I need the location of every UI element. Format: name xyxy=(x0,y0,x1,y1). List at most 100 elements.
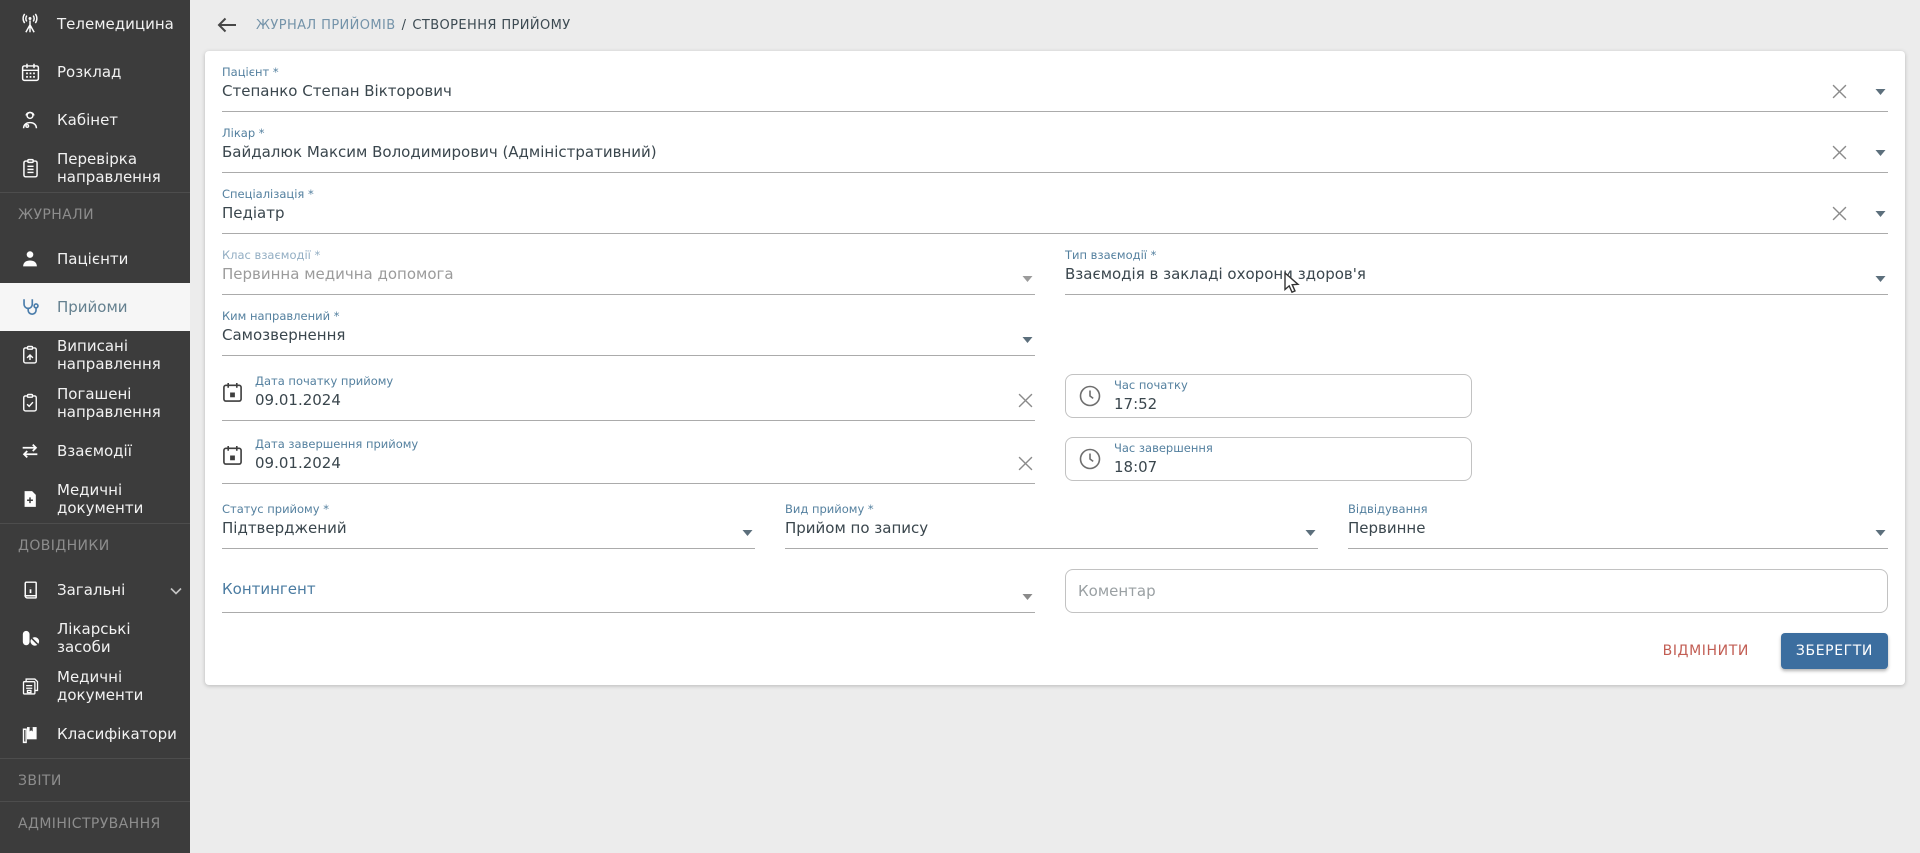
end-date-label: Дата завершення прийому xyxy=(255,437,418,451)
calendar-icon xyxy=(18,62,42,83)
clipboard-icon xyxy=(18,158,42,179)
status-value: Підтверджений xyxy=(222,519,755,538)
contingent-select[interactable]: Контингент xyxy=(222,563,1035,613)
referred-by-select[interactable]: Ким направлений * Самозвернення xyxy=(222,303,1035,356)
clear-icon[interactable] xyxy=(1018,393,1033,408)
end-time-value: 18:07 xyxy=(1114,458,1213,477)
referred-by-value: Самозвернення xyxy=(222,326,1035,345)
calendar-icon[interactable] xyxy=(222,445,243,470)
sidebar-item-referral-check[interactable]: Перевірка направлення xyxy=(0,144,190,192)
paper-stack-icon xyxy=(18,676,42,697)
breadcrumb: ЖУРНАЛ ПРИЙОМІВ / СТВОРЕННЯ ПРИЙОМУ xyxy=(190,0,1920,37)
sidebar-item-medicines[interactable]: Лікарські засоби xyxy=(0,614,190,662)
status-select[interactable]: Статус прийому * Підтверджений xyxy=(222,496,755,549)
sidebar-item-label: Телемедицина xyxy=(57,15,174,33)
save-button[interactable]: ЗБЕРЕГТИ xyxy=(1781,633,1888,669)
dropdown-arrow-icon[interactable] xyxy=(1875,276,1886,282)
sidebar-item-label: Погашені направлення xyxy=(57,385,182,421)
appointment-form-card: Пацієнт * Степанко Степан Вікторович Лік… xyxy=(205,51,1905,685)
calendar-icon[interactable] xyxy=(222,382,243,407)
document-plus-icon xyxy=(18,489,42,509)
dropdown-arrow-icon xyxy=(1022,276,1033,282)
patient-value: Степанко Степан Вікторович xyxy=(222,82,1888,101)
breadcrumb-parent-link[interactable]: ЖУРНАЛ ПРИЙОМІВ xyxy=(256,18,396,33)
patient-label: Пацієнт * xyxy=(222,65,1888,79)
interaction-type-value: Взаємодія в закладі охорони здоров'я xyxy=(1065,265,1888,284)
end-date-picker[interactable]: Дата завершення прийому 09.01.2024 xyxy=(222,431,1035,484)
specialization-select[interactable]: Спеціалізація * Педіатр xyxy=(222,181,1888,234)
form-actions: ВІДМІНИТИ ЗБЕРЕГТИ xyxy=(222,633,1888,669)
comment-input[interactable] xyxy=(1078,582,1875,600)
sidebar-item-cabinet[interactable]: Кабінет xyxy=(0,96,190,144)
end-date-value: 09.01.2024 xyxy=(255,454,418,473)
end-time-label: Час завершення xyxy=(1114,441,1213,455)
sidebar-item-label: Медичні документи xyxy=(57,481,182,517)
clock-icon xyxy=(1078,447,1102,471)
start-time-picker[interactable]: Час початку 17:52 xyxy=(1065,374,1472,418)
start-time-value: 17:52 xyxy=(1114,395,1188,414)
person-icon xyxy=(18,248,42,270)
sidebar-item-patients[interactable]: Пацієнти xyxy=(0,235,190,283)
doctor-select[interactable]: Лікар * Байдалюк Максим Володимирович (А… xyxy=(222,120,1888,173)
antenna-icon xyxy=(18,13,42,35)
sidebar-item-label: Розклад xyxy=(57,63,121,81)
start-date-picker[interactable]: Дата початку прийому 09.01.2024 xyxy=(222,368,1035,421)
cancel-button[interactable]: ВІДМІНИТИ xyxy=(1657,635,1755,667)
interaction-class-select: Клас взаємодії * Первинна медична допомо… xyxy=(222,242,1035,295)
end-time-picker[interactable]: Час завершення 18:07 xyxy=(1065,437,1472,481)
sidebar-item-issued-referrals[interactable]: Виписані направлення xyxy=(0,331,190,379)
dropdown-arrow-icon[interactable] xyxy=(1875,89,1886,95)
sidebar-item-interactions[interactable]: Взаємодії xyxy=(0,427,190,475)
interaction-class-value: Первинна медична допомога xyxy=(222,265,1035,284)
clipboard-arrow-icon xyxy=(18,345,42,365)
start-date-value: 09.01.2024 xyxy=(255,391,393,410)
sidebar-item-appointments[interactable]: Прийоми xyxy=(0,283,190,331)
sidebar-item-telemedicine[interactable]: Телемедицина xyxy=(0,0,190,48)
book-info-icon xyxy=(18,580,42,601)
sidebar-item-medical-documents-directory[interactable]: Медичні документи xyxy=(0,662,190,710)
clear-icon[interactable] xyxy=(1832,84,1847,99)
clear-icon[interactable] xyxy=(1832,206,1847,221)
sidebar-section-directories: ДОВІДНИКИ xyxy=(0,523,190,566)
chevron-down-icon xyxy=(170,581,182,599)
back-arrow-icon[interactable] xyxy=(216,13,240,37)
dropdown-arrow-icon[interactable] xyxy=(1305,530,1316,536)
breadcrumb-current: СТВОРЕННЯ ПРИЙОМУ xyxy=(412,18,570,33)
sidebar-item-classifiers[interactable]: Класифікатори xyxy=(0,710,190,758)
clock-icon xyxy=(1078,384,1102,408)
dropdown-arrow-icon[interactable] xyxy=(1875,530,1886,536)
sidebar-item-label: Прийоми xyxy=(57,298,128,316)
visit-kind-label: Вид прийому * xyxy=(785,502,1318,516)
clear-icon[interactable] xyxy=(1018,456,1033,471)
dropdown-arrow-icon[interactable] xyxy=(1875,211,1886,217)
sidebar-item-label: Перевірка направлення xyxy=(57,150,182,186)
visit-kind-select[interactable]: Вид прийому * Прийом по запису xyxy=(785,496,1318,549)
referred-by-label: Ким направлений * xyxy=(222,309,1035,323)
interaction-type-select[interactable]: Тип взаємодії * Взаємодія в закладі охор… xyxy=(1065,242,1888,295)
patient-select[interactable]: Пацієнт * Степанко Степан Вікторович xyxy=(222,59,1888,112)
dropdown-arrow-icon[interactable] xyxy=(1022,594,1033,600)
pills-icon xyxy=(18,627,42,650)
breadcrumb-separator: / xyxy=(402,18,407,33)
comment-field-wrap xyxy=(1065,569,1888,613)
dropdown-arrow-icon[interactable] xyxy=(1875,150,1886,156)
sidebar-item-label: Пацієнти xyxy=(57,250,128,268)
doctor-icon xyxy=(18,109,42,131)
sidebar-item-medical-documents[interactable]: Медичні документи xyxy=(0,475,190,523)
dropdown-arrow-icon[interactable] xyxy=(742,530,753,536)
books-icon xyxy=(18,724,42,745)
clear-icon[interactable] xyxy=(1832,145,1847,160)
sidebar-item-label: Класифікатори xyxy=(57,725,177,743)
sidebar-item-general-directories[interactable]: Загальні xyxy=(0,566,190,614)
contingent-label: Контингент xyxy=(222,569,1035,601)
start-date-label: Дата початку прийому xyxy=(255,374,393,388)
dropdown-arrow-icon[interactable] xyxy=(1022,337,1033,343)
doctor-label: Лікар * xyxy=(222,126,1888,140)
sidebar-item-label: Загальні xyxy=(57,581,125,599)
sidebar-item-schedule[interactable]: Розклад xyxy=(0,48,190,96)
specialization-value: Педіатр xyxy=(222,204,1888,223)
interaction-type-label: Тип взаємодії * xyxy=(1065,248,1888,262)
sidebar: Телемедицина Розклад Кабінет xyxy=(0,0,190,853)
sidebar-item-redeemed-referrals[interactable]: Погашені направлення xyxy=(0,379,190,427)
visit-repeat-select[interactable]: Відвідування Первинне xyxy=(1348,496,1888,549)
